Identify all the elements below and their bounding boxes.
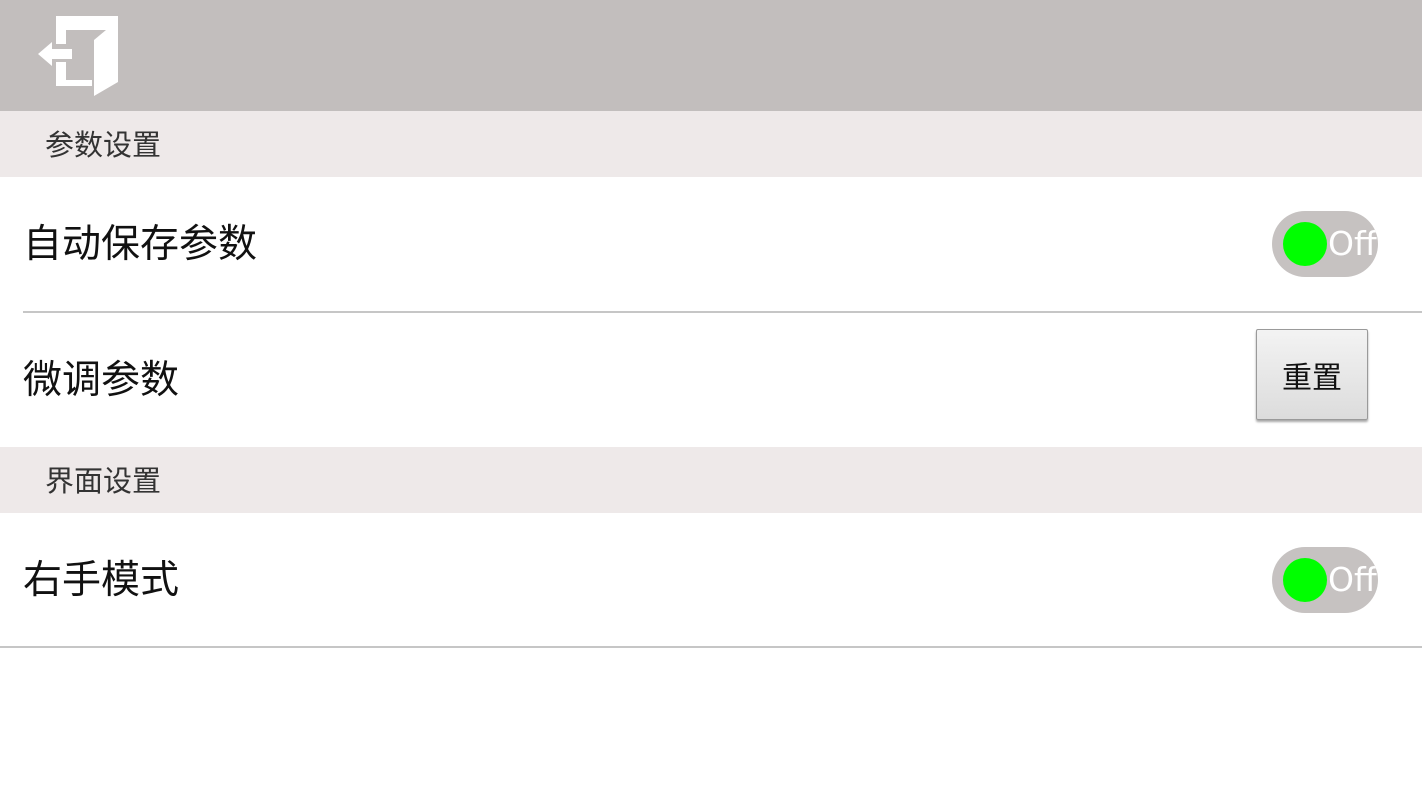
exit-icon: [38, 16, 118, 96]
toggle-state-text: Off: [1328, 224, 1377, 263]
toggle-state-text: Off: [1328, 560, 1377, 599]
section-header-parameter-settings: 参数设置: [0, 111, 1422, 177]
exit-button[interactable]: [36, 14, 120, 96]
section-title: 参数设置: [45, 128, 162, 162]
setting-label: 自动保存参数: [23, 222, 258, 267]
auto-save-toggle[interactable]: Off: [1272, 211, 1378, 277]
setting-row-fine-tune: 微调参数: [0, 313, 1422, 447]
section-header-interface-settings: 界面设置: [0, 447, 1422, 513]
setting-label: 微调参数: [23, 358, 180, 403]
setting-row-right-hand-mode: 右手模式 Off: [0, 513, 1422, 647]
reset-button[interactable]: 重置: [1256, 329, 1368, 420]
section-title: 界面设置: [45, 464, 162, 498]
setting-label: 右手模式: [23, 558, 180, 603]
toggle-knob: [1283, 558, 1327, 602]
row-divider: [0, 646, 1422, 648]
right-hand-mode-toggle[interactable]: Off: [1272, 547, 1378, 613]
toggle-knob: [1283, 222, 1327, 266]
setting-row-auto-save: 自动保存参数 Off: [0, 177, 1422, 311]
top-bar: [0, 0, 1422, 111]
